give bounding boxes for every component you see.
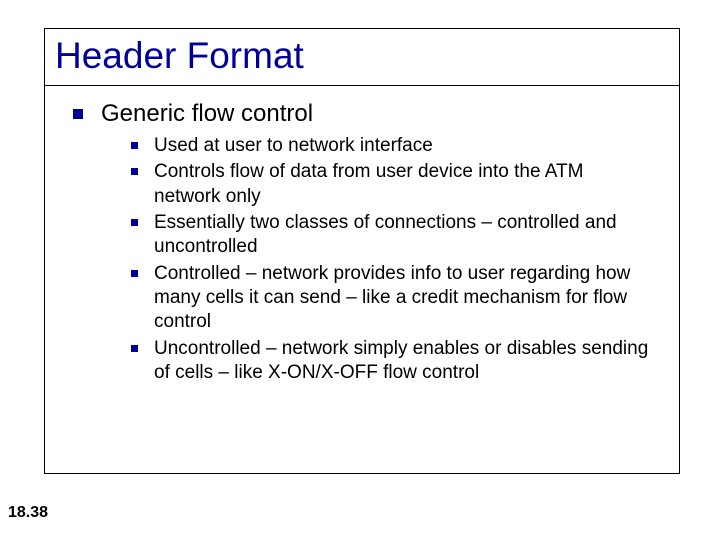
square-bullet-icon bbox=[131, 270, 138, 277]
slide-title: Header Format bbox=[55, 35, 667, 77]
square-bullet-icon bbox=[131, 219, 138, 226]
square-bullet-icon bbox=[131, 345, 138, 352]
level2-list: Used at user to network interface Contro… bbox=[73, 134, 663, 385]
bullet-level1: Generic flow control bbox=[73, 100, 663, 128]
level2-text: Essentially two classes of connections –… bbox=[154, 211, 655, 260]
level2-text: Uncontrolled – network simply enables or… bbox=[154, 337, 655, 386]
bullet-level2: Controlled – network provides info to us… bbox=[131, 262, 655, 335]
level1-text: Generic flow control bbox=[101, 100, 313, 128]
square-bullet-icon bbox=[131, 142, 138, 149]
square-bullet-icon bbox=[131, 168, 138, 175]
level2-text: Used at user to network interface bbox=[154, 134, 433, 158]
slide-number: 18.38 bbox=[8, 504, 48, 522]
level2-text: Controlled – network provides info to us… bbox=[154, 262, 655, 335]
level2-text: Controls flow of data from user device i… bbox=[154, 160, 655, 209]
bullet-level2: Essentially two classes of connections –… bbox=[131, 211, 655, 260]
bullet-level2: Uncontrolled – network simply enables or… bbox=[131, 337, 655, 386]
square-bullet-icon bbox=[73, 109, 83, 119]
body-container: Generic flow control Used at user to net… bbox=[45, 86, 679, 397]
slide-frame: Header Format Generic flow control Used … bbox=[44, 28, 680, 474]
bullet-level2: Used at user to network interface bbox=[131, 134, 655, 158]
title-container: Header Format bbox=[45, 29, 679, 86]
bullet-level2: Controls flow of data from user device i… bbox=[131, 160, 655, 209]
